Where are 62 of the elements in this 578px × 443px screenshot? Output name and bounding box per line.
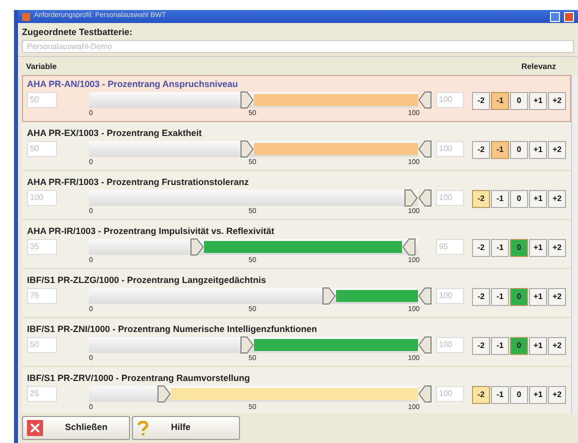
relevance-button[interactable]: +1 [529, 140, 547, 158]
help-button[interactable]: Hilfe [132, 416, 240, 440]
column-header: Relevanz [521, 60, 556, 72]
relevance-button[interactable]: +2 [548, 92, 566, 110]
variable-name: AHA PR-FR/1003 - Prozentrang Frustrationstoleranz [27, 176, 250, 188]
question-mark-icon [137, 420, 149, 436]
relevance-button[interactable]: -1 [491, 190, 509, 208]
slider-handle[interactable] [240, 336, 254, 354]
slider-handle[interactable] [157, 384, 172, 402]
relevance-button[interactable]: +2 [548, 190, 566, 208]
relevance-button[interactable]: -2 [472, 140, 490, 158]
relevance-button[interactable]: +2 [548, 140, 566, 158]
column-header: Variable [26, 60, 57, 72]
relevance-button[interactable]: +2 [548, 288, 566, 306]
close-button[interactable]: Schließen [22, 416, 130, 440]
relevance-button[interactable]: 0 [510, 336, 528, 354]
relevance-button[interactable]: 0 [510, 386, 528, 404]
relevance-button[interactable]: +1 [529, 92, 547, 110]
relevance-button[interactable]: +1 [529, 238, 547, 256]
relevance-button[interactable]: -2 [472, 238, 490, 256]
variable-name: AHA PR-IR/1003 - Prozentrang Impulsivität vs. Reflexivität [27, 224, 276, 236]
relevance-button[interactable]: +2 [548, 386, 566, 404]
relevance-button[interactable]: +1 [529, 386, 547, 404]
relevance-button[interactable]: -2 [472, 92, 490, 110]
relevance-button[interactable]: 0 [510, 92, 528, 110]
relevance-button[interactable]: -1 [491, 288, 509, 306]
slider-handle[interactable] [240, 140, 254, 158]
variable-name: IBF/S1 PR-ZRV/1000 - Prozentrang Raumvorstellung [27, 372, 251, 384]
relevance-button[interactable]: +2 [548, 238, 566, 256]
slider-handle[interactable] [240, 90, 254, 108]
relevance-button[interactable]: -1 [491, 140, 509, 158]
relevance-button[interactable]: -1 [491, 336, 509, 354]
relevance-button[interactable]: +1 [529, 336, 547, 354]
slider-track[interactable] [89, 238, 418, 254]
maximize-icon[interactable] [550, 12, 560, 22]
variable-name: IBF/S1 PR-ZNI/1000 - Prozentrang Numerische Intelligenzfunktionen [27, 322, 318, 334]
relevance-button[interactable]: -1 [491, 238, 509, 256]
close-icon [27, 420, 43, 436]
slider-handle[interactable] [402, 238, 416, 256]
relevance-button[interactable]: 0 [510, 288, 528, 306]
relevance-button[interactable]: 0 [510, 238, 528, 256]
variable-name: AHA PR-AN/1003 - Prozentrang Anspruchsniveau [27, 78, 239, 90]
variable-name: AHA PR-EX/1003 - Prozentrang Exaktheit [27, 126, 203, 138]
relevance-button[interactable]: +2 [548, 336, 566, 354]
variable-name: IBF/S1 PR-ZLZG/1000 - Prozentrang Langzeitgedächtnis [27, 274, 268, 286]
relevance-button[interactable]: -1 [491, 386, 509, 404]
slider-handle[interactable] [190, 238, 204, 256]
close-icon[interactable] [564, 12, 574, 22]
slider-handle[interactable] [322, 286, 336, 304]
relevance-button[interactable]: -1 [491, 92, 509, 110]
relevance-button[interactable]: 0 [510, 190, 528, 208]
relevance-button[interactable]: +1 [529, 190, 547, 208]
slider-handle[interactable] [404, 188, 418, 206]
relevance-button[interactable]: -2 [472, 386, 490, 404]
scrollbar[interactable] [571, 74, 578, 413]
battery-label: Zugeordnete Testbatterie: [22, 26, 134, 39]
relevance-button[interactable]: -2 [472, 336, 490, 354]
relevance-button[interactable]: +1 [529, 288, 547, 306]
app-icon [22, 12, 30, 20]
relevance-button[interactable]: -2 [472, 190, 490, 208]
relevance-button[interactable]: -2 [472, 288, 490, 306]
relevance-button[interactable]: 0 [510, 140, 528, 158]
